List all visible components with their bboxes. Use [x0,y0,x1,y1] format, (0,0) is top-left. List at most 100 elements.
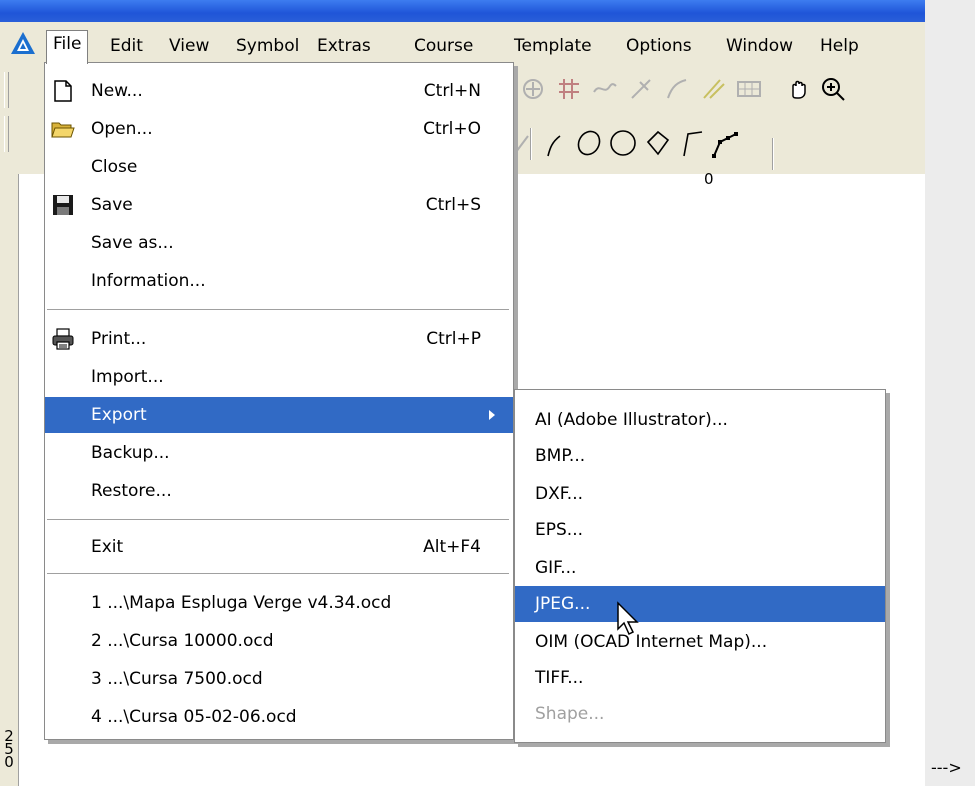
polyline-icon[interactable] [708,128,738,158]
recent-file-item[interactable]: 1 ...\Mapa Espluga Verge v4.34.ocd [45,585,513,621]
export-item-bmp[interactable]: BMP... [515,438,885,474]
smooth-icon[interactable] [590,74,620,104]
toolbar-separator [772,138,774,170]
cut-area-icon[interactable] [554,74,584,104]
grid-icon[interactable] [734,74,764,104]
circle-icon[interactable] [608,128,638,158]
recent-file-item[interactable]: 2 ...\Cursa 10000.ocd [45,623,513,659]
export-item-tiff[interactable]: TIFF... [515,660,885,696]
ruler-label: 250 [4,727,14,771]
menu-separator [47,519,509,521]
menu-item-label: BMP... [535,446,586,466]
rectangle-tool-icon[interactable] [642,128,672,158]
menu-item-label: EPS... [535,520,583,540]
menu-extras[interactable]: Extras [311,33,377,59]
menu-item-restore[interactable]: Restore... [45,473,513,509]
menu-item-label: Export [91,405,147,425]
toolbar-separator [530,128,532,160]
menu-item-print[interactable]: Print... Ctrl+P [45,321,513,357]
join-icon[interactable] [698,74,728,104]
menu-item-label: Restore... [91,481,172,501]
menu-file[interactable]: File [46,30,89,64]
menu-item-label: New... [91,81,143,101]
new-document-icon [54,80,72,102]
menu-options[interactable]: Options [620,33,698,59]
printer-icon [52,328,74,350]
submenu-arrow-icon [489,410,495,420]
hand-pan-icon[interactable] [784,74,814,104]
export-item-dxf[interactable]: DXF... [515,476,885,512]
menu-help[interactable]: Help [814,33,865,59]
menu-item-label: Shape... [535,704,605,724]
menu-item-shortcut: Ctrl+O [423,119,481,139]
menu-item-label: TIFF... [535,668,584,688]
menu-item-label: 1 ...\Mapa Espluga Verge v4.34.ocd [91,593,392,613]
recent-file-item[interactable]: 4 ...\Cursa 05-02-06.ocd [45,699,513,735]
window-title-bar[interactable] [0,0,925,22]
export-item-ai[interactable]: AI (Adobe Illustrator)... [515,402,885,438]
menu-item-label: 3 ...\Cursa 7500.ocd [91,669,263,689]
menu-item-label: Close [91,157,138,177]
ocad-app-icon[interactable] [10,31,36,55]
menu-item-label: Open... [91,119,153,139]
menu-course[interactable]: Course [408,33,479,59]
menu-view[interactable]: View [163,33,215,59]
menu-item-label: Save [91,195,133,215]
recent-file-item[interactable]: 3 ...\Cursa 7500.ocd [45,661,513,697]
ruler-zero-mark: 0 [704,170,714,188]
menu-item-label: Save as... [91,233,174,253]
straight-line-icon[interactable] [676,128,706,158]
menu-item-close[interactable]: Close [45,149,513,185]
menu-item-label: Exit [91,537,124,557]
arrow-text: ---> [931,758,962,777]
menu-item-information[interactable]: Information... [45,263,513,299]
menu-item-label: 2 ...\Cursa 10000.ocd [91,631,274,651]
menu-symbol[interactable]: Symbol [230,33,305,59]
zoom-in-icon[interactable] [818,74,848,104]
save-disk-icon [53,195,73,215]
menu-item-save-as[interactable]: Save as... [45,225,513,261]
menu-item-import[interactable]: Import... [45,359,513,395]
vertical-ruler: 250 [0,174,19,786]
menu-item-open[interactable]: Open... Ctrl+O [45,111,513,147]
freehand-curve-icon[interactable] [540,128,570,158]
menu-item-label: DXF... [535,484,583,504]
export-item-gif[interactable]: GIF... [515,550,885,586]
export-submenu: AI (Adobe Illustrator)... BMP... DXF... … [514,389,886,743]
ellipse-icon[interactable] [574,128,604,158]
mouse-pointer-icon [617,601,639,636]
menu-template[interactable]: Template [508,33,598,59]
export-item-eps[interactable]: EPS... [515,512,885,548]
menu-item-label: AI (Adobe Illustrator)... [535,410,728,430]
menu-item-label: Information... [91,271,206,291]
stretch-icon[interactable] [626,74,656,104]
menu-item-export[interactable]: Export [45,397,513,433]
window-right-edge [925,0,975,786]
export-item-jpeg[interactable]: JPEG... [515,586,885,622]
toolbar-grip[interactable] [4,116,9,152]
menu-item-shortcut: Ctrl+P [426,329,481,349]
cross-hatch-icon[interactable] [518,74,548,104]
menu-item-label: Print... [91,329,147,349]
menu-item-label: Backup... [91,443,170,463]
menu-separator [47,573,509,575]
menu-item-shortcut: Alt+F4 [423,537,481,557]
menu-item-exit[interactable]: Exit Alt+F4 [45,529,513,565]
file-menu-dropdown: New... Ctrl+N Open... Ctrl+O Close Save … [44,62,514,740]
menu-edit[interactable]: Edit [104,33,149,59]
menu-window[interactable]: Window [720,33,799,59]
menu-item-shortcut: Ctrl+N [423,81,481,101]
export-item-oim[interactable]: OIM (OCAD Internet Map)... [515,624,885,660]
menu-item-new[interactable]: New... Ctrl+N [45,73,513,109]
menu-item-label: GIF... [535,558,577,578]
toolbar-grip[interactable] [4,72,9,108]
menu-item-save[interactable]: Save Ctrl+S [45,187,513,223]
menu-item-label: JPEG... [535,594,591,614]
export-item-shape: Shape... [515,696,885,732]
menu-item-backup[interactable]: Backup... [45,435,513,471]
menu-item-label: OIM (OCAD Internet Map)... [535,632,768,652]
curve-icon[interactable] [662,74,692,104]
open-folder-icon [51,122,75,138]
menu-item-shortcut: Ctrl+S [425,195,481,215]
menu-separator [47,309,509,311]
